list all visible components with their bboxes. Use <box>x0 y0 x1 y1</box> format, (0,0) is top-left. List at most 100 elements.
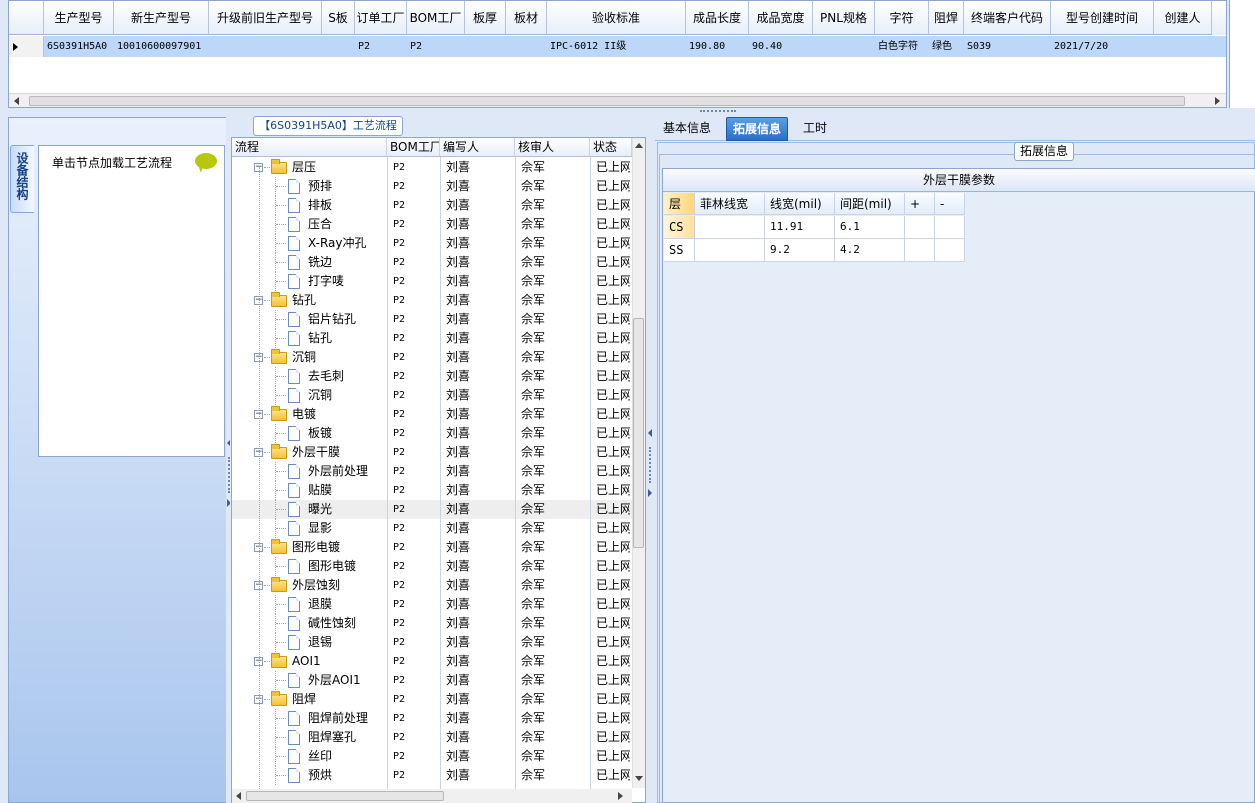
process-reviewer-cell[interactable]: 佘军 <box>521 405 588 424</box>
process-bom-cell[interactable]: P2 <box>393 709 438 728</box>
process-status-cell[interactable]: 已上网 <box>596 766 630 785</box>
process-step-name[interactable]: 阻焊塞孔 <box>308 728 356 747</box>
process-writer-cell[interactable]: 刘喜 <box>446 234 513 253</box>
tree-column-header[interactable]: 核审人 <box>515 138 590 157</box>
process-step-name[interactable]: 电镀 <box>292 405 316 424</box>
expand-right-icon[interactable] <box>648 489 652 497</box>
param-column-header[interactable]: 间距(mil) <box>835 193 905 215</box>
tree-row[interactable]: − 层压 P2 刘喜 佘军 已上网 <box>232 158 632 177</box>
process-status-cell[interactable]: 已上网 <box>596 234 630 253</box>
column-header[interactable]: PNL规格 <box>813 1 875 35</box>
process-writer-cell[interactable]: 刘喜 <box>446 310 513 329</box>
process-step-name[interactable]: 沉铜 <box>292 348 316 367</box>
process-reviewer-cell[interactable]: 佘军 <box>521 272 588 291</box>
process-bom-cell[interactable]: P2 <box>393 519 438 538</box>
process-bom-cell[interactable]: P2 <box>393 215 438 234</box>
process-status-cell[interactable]: 已上网 <box>596 443 630 462</box>
process-reviewer-cell[interactable]: 佘军 <box>521 614 588 633</box>
table-cell[interactable]: 2021/7/20 <box>1051 36 1154 57</box>
tree-row[interactable]: − 外层干膜 P2 刘喜 佘军 已上网 <box>232 443 632 462</box>
process-step-name[interactable]: 外层蚀刻 <box>292 576 340 595</box>
process-step-name[interactable]: 钻孔 <box>308 329 332 348</box>
process-status-cell[interactable]: 已上网 <box>596 386 630 405</box>
process-writer-cell[interactable]: 刘喜 <box>446 253 513 272</box>
column-header[interactable]: 型号创建时间 <box>1051 1 1154 35</box>
process-status-cell[interactable]: 已上网 <box>596 709 630 728</box>
param-cell[interactable]: 6.1 <box>835 216 905 239</box>
process-bom-cell[interactable]: P2 <box>393 538 438 557</box>
process-writer-cell[interactable]: 刘喜 <box>446 766 513 785</box>
process-writer-cell[interactable]: 刘喜 <box>446 367 513 386</box>
table-cell[interactable] <box>209 36 322 57</box>
scroll-right-icon[interactable] <box>618 792 623 800</box>
column-header[interactable]: 成品宽度 <box>749 1 813 35</box>
table-cell[interactable] <box>506 36 547 57</box>
column-header[interactable]: 成品长度 <box>686 1 749 35</box>
process-writer-cell[interactable]: 刘喜 <box>446 519 513 538</box>
process-step-name[interactable]: 显影 <box>308 519 332 538</box>
tab-work-hours[interactable]: 工时 <box>797 117 833 141</box>
param-cell[interactable]: 11.91 <box>765 216 835 239</box>
process-bom-cell[interactable]: P2 <box>393 595 438 614</box>
tree-row[interactable]: 预烘 P2 刘喜 佘军 已上网 <box>232 766 632 785</box>
tree-row[interactable]: − 阻焊 P2 刘喜 佘军 已上网 <box>232 690 632 709</box>
param-column-header[interactable]: - <box>935 193 965 215</box>
process-status-cell[interactable]: 已上网 <box>596 747 630 766</box>
process-status-cell[interactable]: 已上网 <box>596 367 630 386</box>
process-step-name[interactable]: 外层前处理 <box>308 462 368 481</box>
process-bom-cell[interactable]: P2 <box>393 690 438 709</box>
tree-row[interactable]: − 沉铜 P2 刘喜 佘军 已上网 <box>232 348 632 367</box>
process-writer-cell[interactable]: 刘喜 <box>446 386 513 405</box>
param-column-header[interactable]: 线宽(mil) <box>765 193 835 215</box>
table-row[interactable]: 6S0391H5A0 10010600097901 P2 P2 IPC-6012 II级… <box>9 36 1226 57</box>
process-writer-cell[interactable]: 刘喜 <box>446 690 513 709</box>
process-status-cell[interactable]: 已上网 <box>596 215 630 234</box>
process-bom-cell[interactable]: P2 <box>393 500 438 519</box>
tree-column-header[interactable]: 编写人 <box>440 138 515 157</box>
process-step-name[interactable]: 丝印 <box>308 747 332 766</box>
hscroll-thumb[interactable] <box>246 791 444 801</box>
process-bom-cell[interactable]: P2 <box>393 177 438 196</box>
process-step-name[interactable]: 预烘 <box>308 766 332 785</box>
process-reviewer-cell[interactable]: 佘军 <box>521 386 588 405</box>
scroll-down-icon[interactable] <box>635 776 643 781</box>
column-header[interactable]: 生产型号 <box>44 1 114 35</box>
process-writer-cell[interactable]: 刘喜 <box>446 462 513 481</box>
process-bom-cell[interactable]: P2 <box>393 291 438 310</box>
tab-extended-info[interactable]: 拓展信息 <box>726 117 789 141</box>
tree-row[interactable]: 退锡 P2 刘喜 佘军 已上网 <box>232 633 632 652</box>
process-writer-cell[interactable]: 刘喜 <box>446 196 513 215</box>
process-reviewer-cell[interactable]: 佘军 <box>521 595 588 614</box>
tree-row[interactable]: 排板 P2 刘喜 佘军 已上网 <box>232 196 632 215</box>
tree-row[interactable]: 去毛刺 P2 刘喜 佘军 已上网 <box>232 367 632 386</box>
tree-row[interactable]: 铝片钻孔 P2 刘喜 佘军 已上网 <box>232 310 632 329</box>
tree-row[interactable]: 预排 P2 刘喜 佘军 已上网 <box>232 177 632 196</box>
process-writer-cell[interactable]: 刘喜 <box>446 709 513 728</box>
process-writer-cell[interactable]: 刘喜 <box>446 728 513 747</box>
process-reviewer-cell[interactable]: 佘军 <box>521 253 588 272</box>
param-cell[interactable] <box>935 216 965 239</box>
tab-basic-info[interactable]: 基本信息 <box>657 117 717 141</box>
process-status-cell[interactable]: 已上网 <box>596 652 630 671</box>
param-cell[interactable]: CS <box>664 216 695 239</box>
param-cell[interactable] <box>935 239 965 262</box>
process-status-cell[interactable]: 已上网 <box>596 348 630 367</box>
process-reviewer-cell[interactable]: 佘军 <box>521 728 588 747</box>
process-bom-cell[interactable]: P2 <box>393 728 438 747</box>
process-step-name[interactable]: 层压 <box>292 158 316 177</box>
table-cell[interactable] <box>813 36 875 57</box>
process-step-name[interactable]: 外层AOI1 <box>308 671 361 690</box>
tree-row[interactable]: 外层AOI1 P2 刘喜 佘军 已上网 <box>232 671 632 690</box>
column-header[interactable]: 新生产型号 <box>114 1 209 35</box>
process-bom-cell[interactable]: P2 <box>393 633 438 652</box>
horizontal-splitter-grip[interactable] <box>700 110 736 114</box>
column-header[interactable]: 创建人 <box>1154 1 1212 35</box>
process-status-cell[interactable]: 已上网 <box>596 291 630 310</box>
column-header[interactable]: 阻焊 <box>929 1 964 35</box>
tree-row[interactable]: 钻孔 P2 刘喜 佘军 已上网 <box>232 329 632 348</box>
tree-row[interactable]: − 外层蚀刻 P2 刘喜 佘军 已上网 <box>232 576 632 595</box>
process-writer-cell[interactable]: 刘喜 <box>446 348 513 367</box>
process-bom-cell[interactable]: P2 <box>393 158 438 177</box>
process-reviewer-cell[interactable]: 佘军 <box>521 633 588 652</box>
process-status-cell[interactable]: 已上网 <box>596 500 630 519</box>
